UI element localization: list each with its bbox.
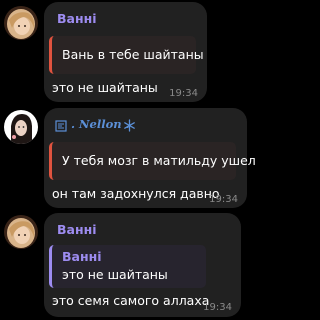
quoted-message[interactable]: Ванні это не шайтаны: [49, 245, 206, 288]
quoted-author: Ванні: [62, 249, 102, 264]
quoted-message[interactable]: Вань в тебе шайтаны: [49, 36, 204, 74]
message-text: он там задохнулся давно: [52, 186, 220, 201]
sender-avatar[interactable]: [4, 110, 38, 144]
message-text: это семя самого аллаха: [52, 293, 210, 308]
message-time: 19:34: [169, 88, 198, 99]
quoted-text: Вань в тебе шайтаны: [62, 47, 204, 62]
chat-view: Ванні Вань в тебе шайтаны это не шайтаны…: [0, 0, 319, 320]
message-time: 19:34: [209, 194, 238, 205]
message-bubble[interactable]: Ванні Вань в тебе шайтаны это не шайтаны…: [44, 2, 207, 102]
sender-name[interactable]: . Nellon .: [71, 117, 130, 131]
message-time: 19:34: [203, 302, 232, 313]
message-bubble[interactable]: Ванні Ванні это не шайтаны это семя само…: [44, 213, 241, 317]
quoted-message[interactable]: У тебя мозг в матильду ушел: [49, 142, 256, 180]
message-bubble[interactable]: . Nellon . У тебя мозг в матильду ушел о…: [44, 108, 256, 208]
sender-avatar[interactable]: [4, 6, 38, 40]
quoted-text: У тебя мозг в матильду ушел: [62, 153, 256, 168]
message-text: это не шайтаны: [52, 80, 158, 95]
sender-avatar[interactable]: [4, 215, 38, 249]
sender-name[interactable]: Ванні: [57, 222, 97, 237]
snowflake-icon: [123, 117, 136, 132]
quoted-text: это не шайтаны: [62, 267, 168, 282]
sender-badge-icon: [55, 117, 67, 132]
sender-name[interactable]: Ванні: [57, 11, 97, 26]
